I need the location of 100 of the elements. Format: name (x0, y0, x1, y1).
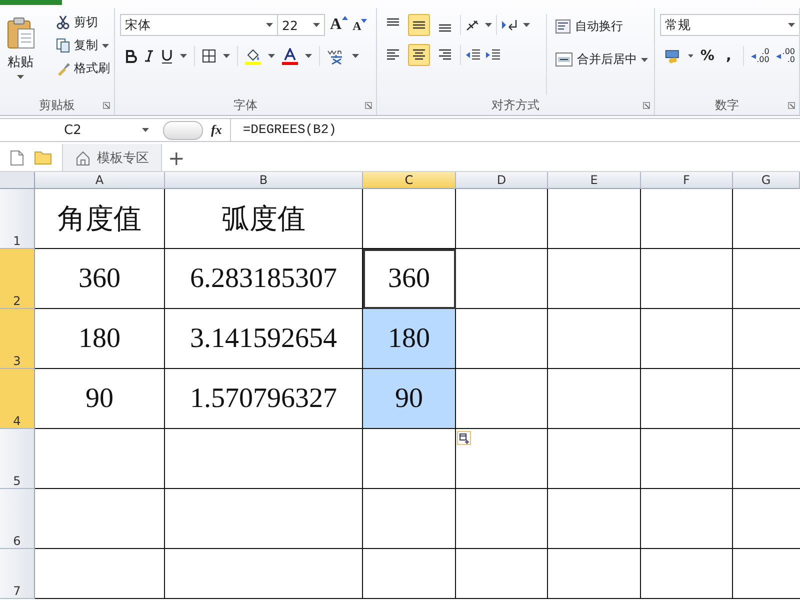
table-cell[interactable] (456, 249, 548, 309)
caret-icon[interactable] (266, 23, 273, 27)
document-tab[interactable]: 模板专区 (62, 144, 162, 171)
insert-function-button[interactable]: fx (211, 122, 222, 138)
caret-icon[interactable] (485, 23, 492, 27)
clipboard-action-button[interactable]: 剪切 (56, 14, 110, 31)
table-cell[interactable] (456, 429, 548, 489)
caret-icon[interactable] (523, 23, 530, 27)
row-header[interactable]: 7 (0, 549, 35, 599)
increase-indent-icon[interactable] (485, 48, 501, 62)
table-cell[interactable] (548, 309, 641, 369)
text-orientation-icon[interactable] (465, 18, 481, 32)
column-header[interactable]: E (548, 172, 641, 189)
table-cell[interactable] (548, 429, 641, 489)
table-cell[interactable]: 180 (35, 309, 165, 369)
table-cell[interactable]: 360 (35, 249, 165, 309)
caret-icon[interactable] (142, 128, 149, 132)
name-box[interactable]: C2 (0, 122, 155, 138)
row-header[interactable]: 2 (0, 249, 35, 309)
table-cell[interactable] (165, 489, 363, 549)
table-cell[interactable] (456, 489, 548, 549)
table-cell[interactable] (363, 489, 456, 549)
decrease-indent-icon[interactable] (465, 48, 481, 62)
table-cell[interactable] (165, 549, 363, 599)
phonetic-icon[interactable] (327, 48, 345, 64)
splitter-handle[interactable] (163, 120, 203, 140)
formula-input[interactable]: =DEGREES(B2) (230, 119, 800, 141)
column-header[interactable]: A (35, 172, 165, 189)
table-cell[interactable]: 角度值 (35, 189, 165, 249)
table-cell[interactable] (363, 549, 456, 599)
underline-icon[interactable] (161, 48, 173, 64)
table-cell[interactable] (548, 189, 641, 249)
column-header[interactable]: B (165, 172, 363, 189)
borders-icon[interactable] (202, 49, 216, 63)
text-direction-icon[interactable] (501, 19, 519, 31)
decrease-decimal-button[interactable]: .00 .0 (776, 48, 796, 64)
table-cell[interactable] (548, 549, 641, 599)
table-cell[interactable] (641, 189, 733, 249)
table-cell[interactable]: 180 (363, 309, 456, 369)
caret-icon[interactable] (180, 54, 187, 58)
caret-icon[interactable] (688, 54, 694, 58)
caret-icon[interactable] (352, 54, 359, 58)
new-document-icon[interactable] (10, 150, 24, 166)
wrap-text-button[interactable]: 自动换行 (555, 18, 648, 35)
autofill-options-icon[interactable] (457, 431, 471, 445)
column-header[interactable]: C (363, 172, 456, 189)
percent-style-button[interactable]: % (700, 48, 715, 64)
dialog-launcher-icon[interactable] (103, 102, 110, 109)
table-cell[interactable]: 360 (363, 249, 456, 309)
dialog-launcher-icon[interactable] (788, 102, 795, 109)
table-cell[interactable] (363, 429, 456, 489)
column-header[interactable]: G (733, 172, 800, 189)
table-cell[interactable] (641, 309, 733, 369)
table-cell[interactable] (548, 249, 641, 309)
shrink-font-button[interactable]: A (352, 16, 368, 34)
table-cell[interactable]: 弧度值 (165, 189, 363, 249)
table-cell[interactable] (35, 549, 165, 599)
font-size-dropdown[interactable]: 22 (277, 14, 325, 36)
column-header[interactable]: F (641, 172, 733, 189)
italic-icon[interactable] (144, 49, 154, 63)
table-cell[interactable] (548, 369, 641, 429)
currency-icon[interactable] (665, 48, 681, 64)
table-cell[interactable] (641, 489, 733, 549)
table-cell[interactable] (641, 249, 733, 309)
table-cell[interactable] (641, 549, 733, 599)
fill-bucket-icon[interactable] (245, 48, 261, 64)
row-header[interactable]: 6 (0, 489, 35, 549)
table-cell[interactable] (35, 429, 165, 489)
table-cell[interactable] (548, 489, 641, 549)
bold-icon[interactable] (125, 49, 137, 63)
dialog-launcher-icon[interactable] (365, 102, 372, 109)
caret-icon[interactable] (641, 58, 648, 62)
caret-icon[interactable] (305, 54, 312, 58)
row-header[interactable]: 3 (0, 309, 35, 369)
paste-button[interactable]: 粘贴 (5, 14, 36, 95)
caret-icon[interactable] (223, 54, 230, 58)
table-cell[interactable] (456, 369, 548, 429)
dialog-launcher-icon[interactable] (643, 102, 650, 109)
row-header[interactable]: 4 (0, 369, 35, 429)
table-cell[interactable] (165, 429, 363, 489)
caret-icon[interactable] (102, 44, 109, 48)
caret-icon[interactable] (268, 54, 275, 58)
font-color-icon[interactable] (282, 48, 298, 64)
clipboard-action-button[interactable]: 格式刷 (56, 60, 110, 77)
number-format-dropdown[interactable]: 常规 (660, 14, 799, 36)
table-cell[interactable]: 90 (35, 369, 165, 429)
table-cell[interactable] (641, 369, 733, 429)
table-cell[interactable] (641, 429, 733, 489)
comma-style-button[interactable]: , (722, 48, 736, 64)
font-name-dropdown[interactable]: 宋体 (120, 14, 278, 36)
new-tab-button[interactable]: + (168, 148, 185, 168)
caret-icon[interactable] (313, 23, 320, 27)
caret-icon[interactable] (788, 23, 795, 27)
clipboard-action-button[interactable]: 复制 (56, 37, 110, 54)
table-cell[interactable] (456, 189, 548, 249)
caret-icon[interactable] (17, 75, 24, 79)
table-cell[interactable] (35, 489, 165, 549)
row-header[interactable]: 5 (0, 429, 35, 489)
column-header[interactable]: D (456, 172, 548, 189)
merge-center-button[interactable]: 合并后居中 (555, 51, 648, 68)
